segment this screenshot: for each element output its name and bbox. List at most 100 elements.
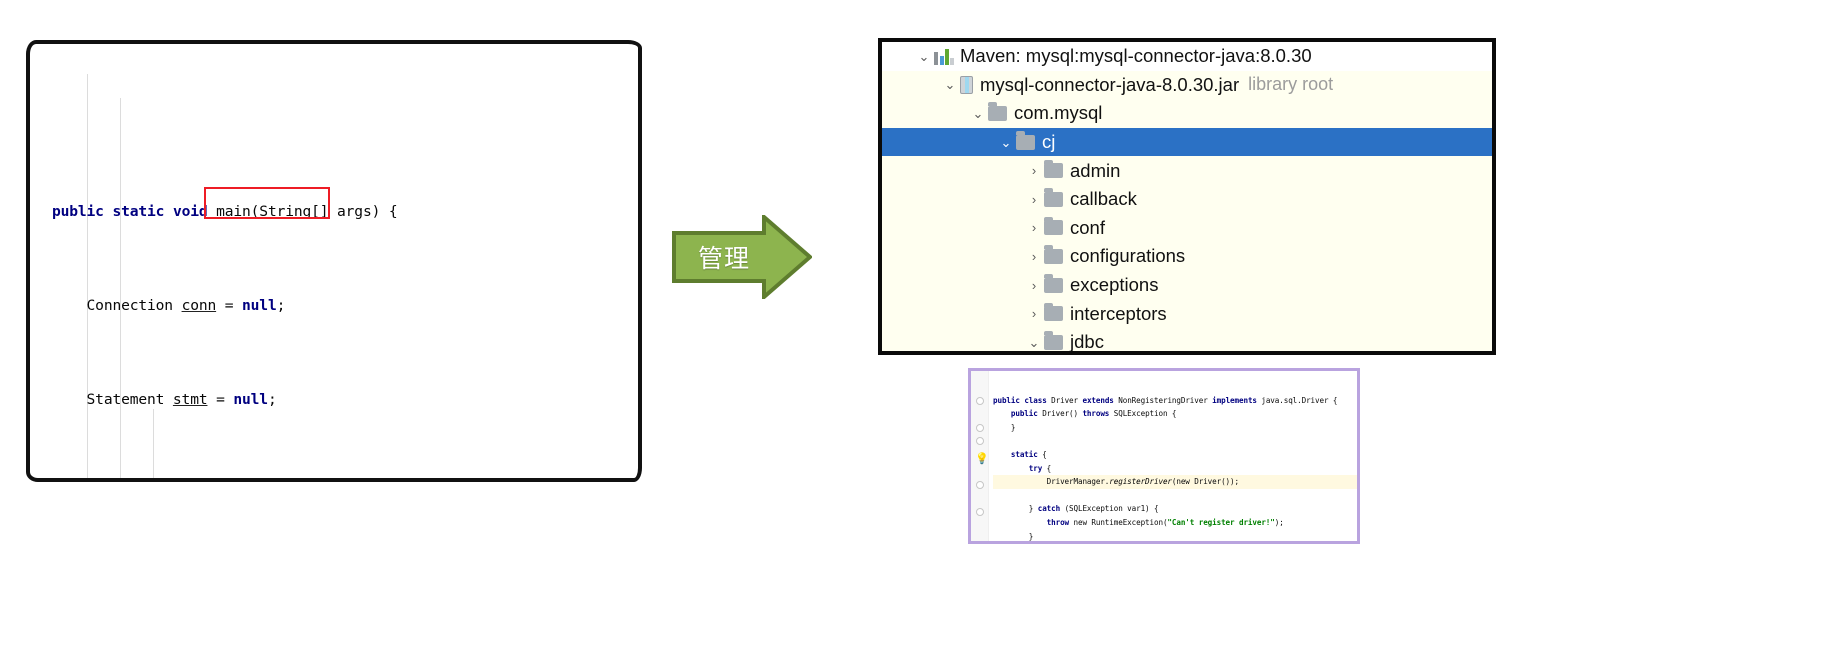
code-line: public static void main(String[] args) {: [52, 200, 638, 224]
tree-row-interceptors[interactable]: › interceptors: [882, 299, 1492, 328]
drv-line-highlighted: DriverManager.registerDriver(new Driver(…: [993, 475, 1357, 489]
tree-label: admin: [1070, 159, 1121, 181]
tree-row-jar[interactable]: ⌄ mysql-connector-java-8.0.30.jar librar…: [882, 71, 1492, 100]
keyword-void: void: [172, 202, 208, 220]
new-driver: (new Driver());: [1171, 477, 1239, 487]
new-rte: new RuntimeException(: [1069, 517, 1168, 527]
class-name-driver: Driver: [1046, 395, 1083, 405]
kw-try: try: [1028, 463, 1043, 473]
kw-catch: catch: [1037, 504, 1061, 514]
folder-icon: [1044, 188, 1063, 207]
chevron-right-icon[interactable]: ›: [1024, 279, 1044, 292]
assign-null: = null;: [216, 391, 277, 409]
main-signature: main(String[] args) {: [216, 202, 398, 220]
indent-guide: [120, 98, 121, 478]
drv-line: throw new RuntimeException("Can't regist…: [993, 518, 1284, 527]
interface: java.sql.Driver {: [1256, 395, 1338, 405]
superclass: NonRegisteringDriver: [1113, 395, 1213, 405]
maven-icon: [934, 48, 954, 65]
tree-label: exceptions: [1070, 274, 1159, 296]
code-editor-content: public static void main(String[] args) {…: [30, 44, 638, 478]
chevron-right-icon[interactable]: ›: [1024, 221, 1044, 234]
folder-icon: [1044, 331, 1063, 350]
arrow-polygon: [672, 215, 812, 299]
keyword-static: static: [112, 202, 165, 220]
kw-implements: implements: [1212, 395, 1257, 405]
keyword-public: public: [52, 202, 104, 220]
var-conn: conn: [181, 296, 217, 314]
chevron-down-icon[interactable]: ⌄: [914, 50, 934, 63]
tree-row-exceptions[interactable]: › exceptions: [882, 271, 1492, 300]
tree-label: conf: [1070, 216, 1105, 238]
drv-line: }: [993, 422, 1016, 432]
arrow-shape: [672, 215, 812, 299]
try-brace: {: [1042, 463, 1052, 473]
tree-label: interceptors: [1070, 302, 1167, 324]
catch-args: (SQLException var1) {: [1060, 504, 1159, 514]
type-statement: Statement: [86, 391, 165, 409]
library-root-tag: library root: [1248, 74, 1334, 95]
brace: }: [1028, 531, 1034, 541]
maven-dependency-tree: ⌄ Maven: mysql:mysql-connector-java:8.0.…: [878, 38, 1496, 355]
tree-row-configurations[interactable]: › configurations: [882, 242, 1492, 271]
driver-code-content: public class Driver extends NonRegisteri…: [971, 371, 1357, 541]
chevron-down-icon[interactable]: ⌄: [996, 136, 1016, 149]
var-stmt: stmt: [172, 391, 208, 409]
rte-close: );: [1274, 517, 1284, 527]
folder-icon: [988, 102, 1007, 121]
folder-icon: [1044, 302, 1063, 322]
kw-public: public: [1010, 409, 1038, 419]
static-brace: {: [1037, 449, 1047, 459]
java-code-panel: public static void main(String[] args) {…: [26, 40, 642, 482]
code-line: Connection conn = null;: [52, 294, 638, 318]
kw-class: class: [1024, 395, 1047, 405]
chevron-right-icon[interactable]: ›: [1024, 250, 1044, 263]
catch-close: }: [1028, 504, 1038, 514]
folder-icon: [1016, 131, 1035, 150]
method-registerdriver: registerDriver: [1109, 477, 1172, 487]
tree-row-com-mysql[interactable]: ⌄ com.mysql: [882, 99, 1492, 128]
drv-line: }: [993, 531, 1034, 541]
tree-label: Maven: mysql:mysql-connector-java:8.0.30: [960, 45, 1312, 67]
kw-throw: throw: [1046, 517, 1070, 527]
assign-null: = null;: [224, 296, 286, 314]
kw-static: static: [1010, 449, 1038, 459]
chevron-right-icon[interactable]: ›: [1024, 193, 1044, 206]
drv-line-blank: [993, 436, 997, 445]
tree-label: com.mysql: [1014, 102, 1103, 124]
folder-icon: [1044, 159, 1063, 179]
chevron-down-icon[interactable]: ⌄: [968, 107, 988, 120]
driver-class-snippet: 💡 public class Driver extends NonRegiste…: [968, 368, 1360, 544]
tree-label: callback: [1070, 188, 1137, 210]
brace: }: [1010, 422, 1016, 432]
indent-guide: [153, 409, 154, 478]
drv-line: } catch (SQLException var1) {: [993, 504, 1159, 514]
jar-icon: [960, 75, 973, 94]
chevron-down-icon[interactable]: ⌄: [940, 78, 960, 91]
folder-icon: [1044, 216, 1063, 236]
folder-icon: [1044, 245, 1063, 264]
string-cant-register: "Can't register driver!": [1167, 517, 1275, 527]
chevron-right-icon[interactable]: ›: [1024, 307, 1044, 320]
manage-arrow: 管理: [672, 215, 812, 299]
kw-public: public: [993, 395, 1020, 405]
tree-row-maven-root[interactable]: ⌄ Maven: mysql:mysql-connector-java:8.0.…: [882, 42, 1492, 71]
drv-line: static {: [993, 450, 1047, 459]
drv-line: try {: [993, 464, 1051, 473]
drv-line: public class Driver extends NonRegisteri…: [993, 396, 1337, 405]
tree-label: mysql-connector-java-8.0.30.jar: [980, 73, 1240, 95]
chevron-down-icon[interactable]: ⌄: [1024, 336, 1044, 349]
ctor: Driver(): [1037, 409, 1083, 419]
tree-label: configurations: [1070, 245, 1186, 267]
tree-label: jdbc: [1070, 331, 1104, 353]
tree-row-conf[interactable]: › conf: [882, 214, 1492, 243]
kw-extends: extends: [1082, 395, 1114, 405]
indent-guide: [87, 74, 88, 478]
tree-row-callback[interactable]: › callback: [882, 185, 1492, 214]
chevron-right-icon[interactable]: ›: [1024, 164, 1044, 177]
class-drivermanager: DriverManager.: [1046, 477, 1110, 487]
kw-throws: throws: [1082, 409, 1110, 419]
tree-row-admin[interactable]: › admin: [882, 156, 1492, 185]
tree-row-jdbc[interactable]: ⌄ jdbc: [882, 328, 1492, 353]
tree-row-cj-selected[interactable]: ⌄ cj: [882, 127, 1492, 157]
